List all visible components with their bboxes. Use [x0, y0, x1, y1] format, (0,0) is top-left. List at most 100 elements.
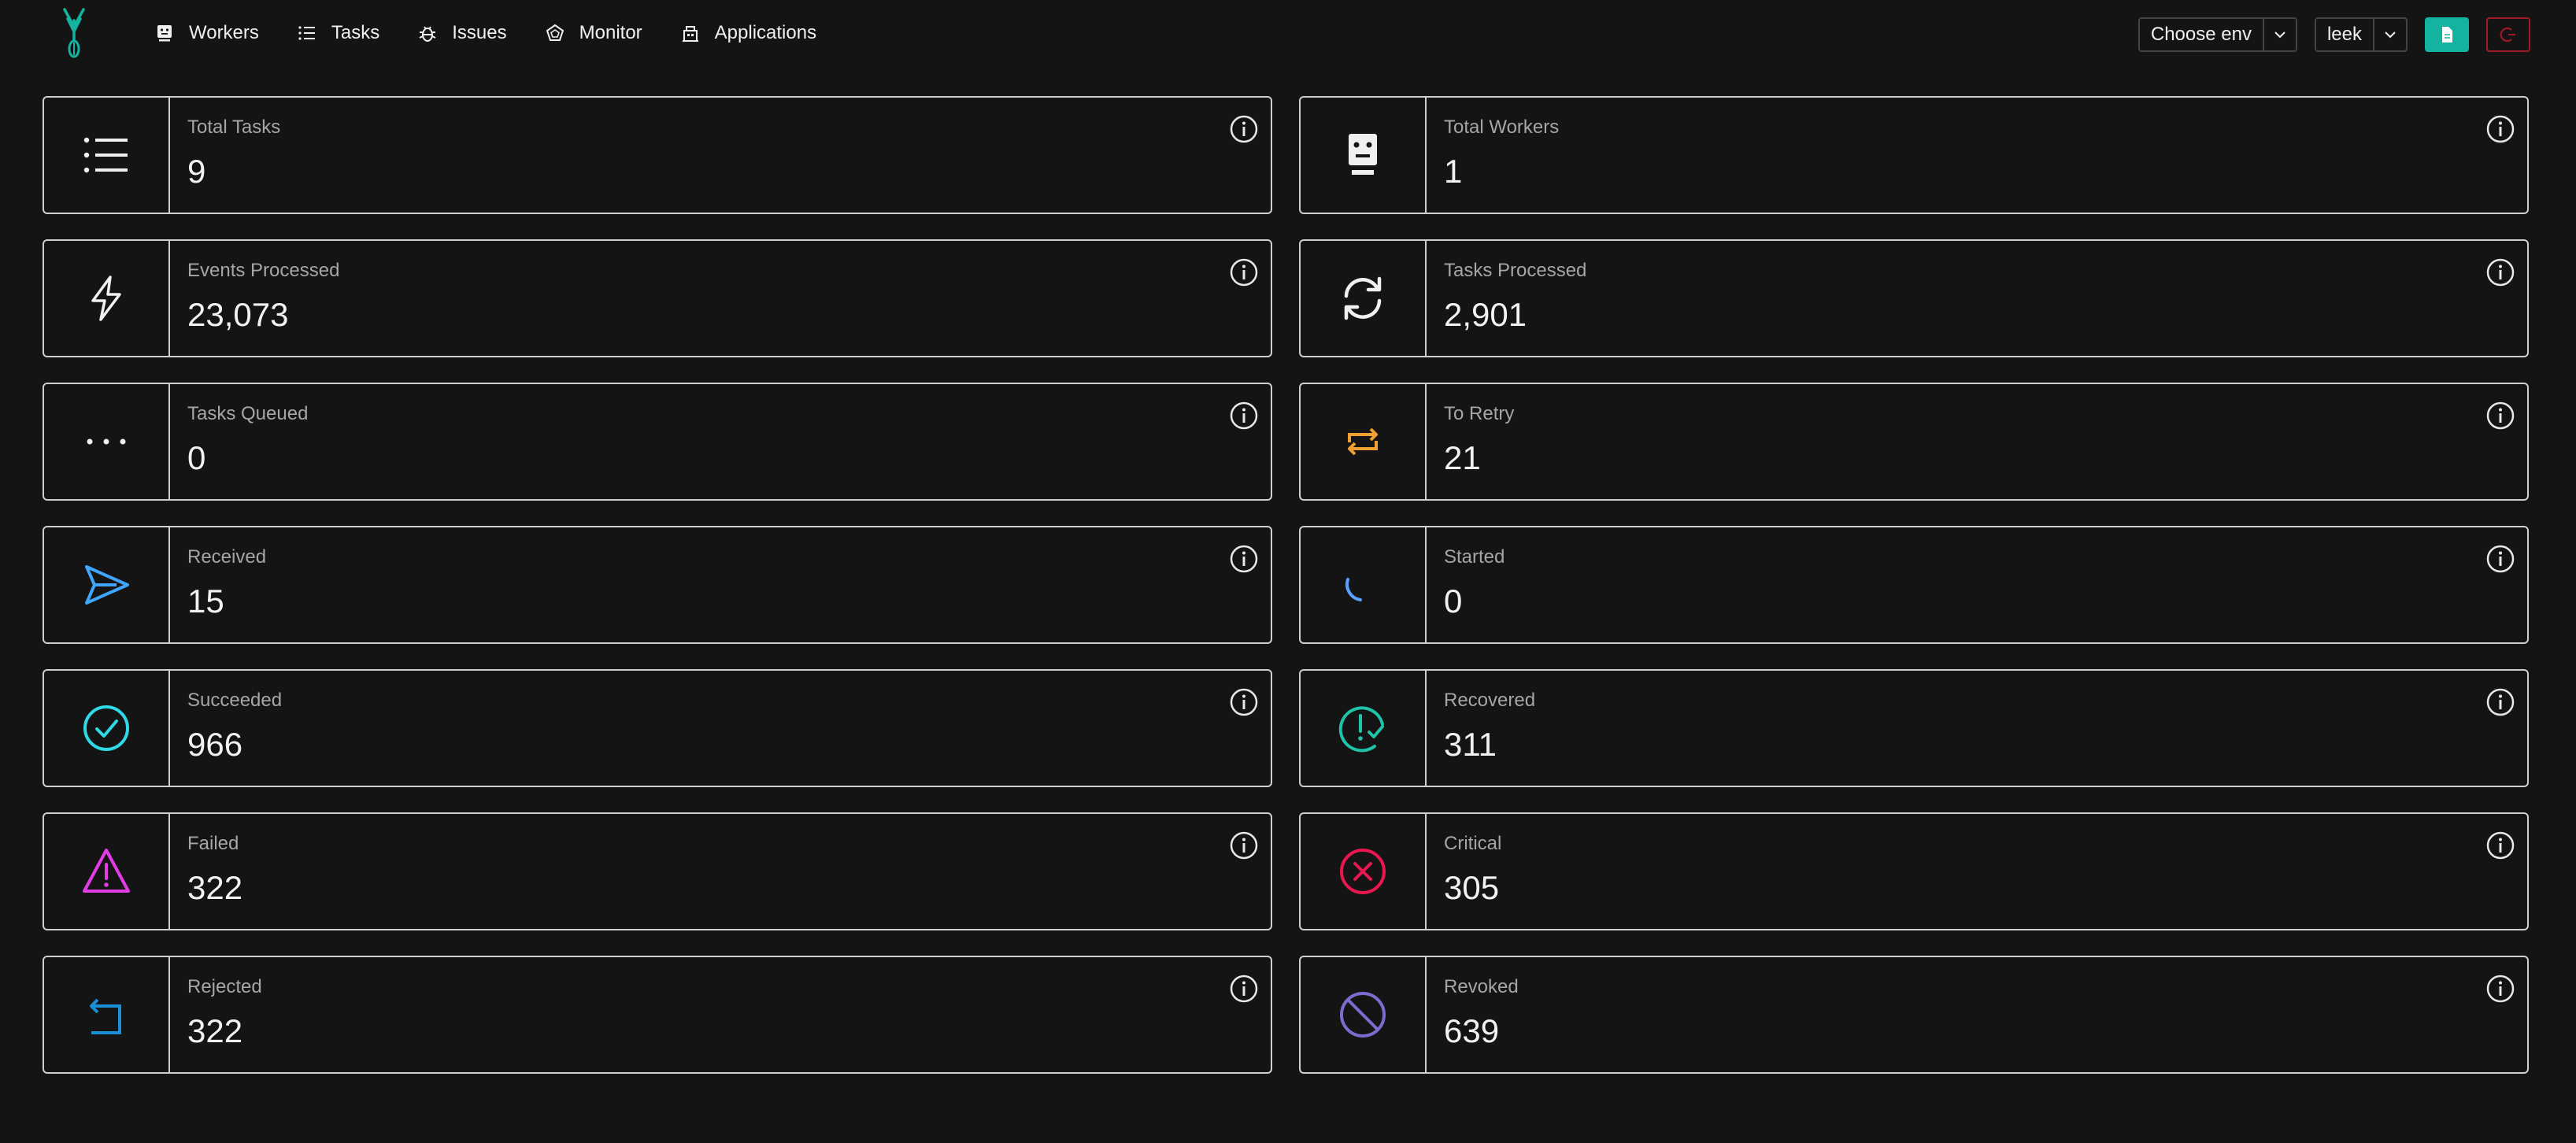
- card-label: Succeeded: [187, 690, 283, 711]
- stat-card-total-workers: Total Workers 1: [1299, 96, 2529, 214]
- card-label: Total Workers: [1444, 117, 1560, 138]
- info-icon[interactable]: [2485, 257, 2516, 288]
- card-icon-cell: [1301, 241, 1427, 356]
- nav-item-workers[interactable]: Workers: [154, 17, 259, 49]
- card-label: Failed: [187, 833, 239, 854]
- card-value: 15: [187, 583, 224, 620]
- card-body: To Retry 21: [1427, 384, 1514, 499]
- info-icon[interactable]: [2485, 830, 2516, 861]
- card-body: Failed 322: [170, 814, 242, 929]
- info-icon[interactable]: [1228, 973, 1260, 1004]
- list-icon: [298, 26, 315, 40]
- stat-card-events-processed: Events Processed 23,073: [43, 239, 1272, 357]
- card-icon-cell: [44, 671, 170, 786]
- robot-icon: [1349, 134, 1377, 175]
- card-body: Tasks Queued 0: [170, 384, 308, 499]
- nav-item-monitor[interactable]: Monitor: [545, 17, 642, 49]
- app-select[interactable]: leek: [2314, 17, 2408, 52]
- card-value: 21: [1444, 439, 1481, 476]
- card-value: 639: [1444, 1012, 1500, 1049]
- info-icon[interactable]: [1228, 830, 1260, 861]
- card-value: 0: [1444, 583, 1463, 620]
- stat-card-tasks-processed: Tasks Processed 2,901: [1299, 239, 2529, 357]
- stat-card-received: Received 15: [43, 526, 1272, 644]
- card-label: Started: [1444, 546, 1505, 568]
- robot-icon: [157, 25, 172, 42]
- info-icon[interactable]: [1228, 113, 1260, 145]
- stat-card-tasks-queued: Tasks Queued 0: [43, 383, 1272, 501]
- info-icon[interactable]: [2485, 973, 2516, 1004]
- logout-button[interactable]: [2486, 17, 2530, 52]
- stat-card-recovered: Recovered 311: [1299, 669, 2529, 787]
- stat-card-critical: Critical 305: [1299, 812, 2529, 930]
- info-icon[interactable]: [1228, 400, 1260, 431]
- card-value: 305: [1444, 869, 1500, 906]
- card-body: Tasks Processed 2,901: [1427, 241, 1586, 356]
- leek-logo-icon[interactable]: [55, 5, 93, 60]
- card-icon-cell: [44, 98, 170, 213]
- app-select-arrow[interactable]: [2373, 19, 2406, 50]
- stat-card-rejected: Rejected 322: [43, 956, 1272, 1074]
- lightning-icon: [91, 276, 121, 321]
- info-icon[interactable]: [2485, 400, 2516, 431]
- card-value: 23,073: [187, 296, 289, 333]
- card-icon-cell: [1301, 957, 1427, 1072]
- env-select[interactable]: Choose env: [2137, 17, 2297, 52]
- card-label: Recovered: [1444, 690, 1536, 711]
- bug-icon: [419, 26, 436, 42]
- card-body: Received 15: [170, 527, 266, 642]
- card-icon-cell: [44, 384, 170, 499]
- chevron-down-icon: [2385, 31, 2396, 39]
- card-icon-cell: [1301, 527, 1427, 642]
- docs-button[interactable]: [2425, 17, 2469, 52]
- env-select-arrow[interactable]: [2262, 19, 2296, 50]
- card-icon-cell: [44, 957, 170, 1072]
- ellipsis-icon: [87, 438, 126, 445]
- logout-icon: [2500, 28, 2515, 42]
- check-circle-icon: [83, 705, 129, 751]
- rollback-icon: [90, 998, 121, 1034]
- stat-card-started: Started 0: [1299, 526, 2529, 644]
- info-icon[interactable]: [1228, 257, 1260, 288]
- close-circle-icon: [1340, 849, 1386, 894]
- card-value: 966: [187, 726, 243, 763]
- info-icon[interactable]: [2485, 113, 2516, 145]
- card-icon-cell: [1301, 814, 1427, 929]
- card-value: 2,901: [1444, 296, 1527, 333]
- recovered-icon: [1338, 706, 1384, 753]
- nav-item-label: Workers: [189, 22, 259, 43]
- card-icon-cell: [44, 241, 170, 356]
- card-value: 1: [1444, 153, 1463, 190]
- card-body: Total Tasks 9: [170, 98, 280, 213]
- stat-card-succeeded: Succeeded 966: [43, 669, 1272, 787]
- nav-item-label: Issues: [452, 22, 507, 43]
- nav-item-issues[interactable]: Issues: [417, 17, 507, 49]
- card-label: Received: [187, 546, 267, 568]
- info-icon[interactable]: [2485, 543, 2516, 575]
- card-body: Rejected 322: [170, 957, 262, 1072]
- nav-item-label: Tasks: [331, 22, 380, 43]
- send-icon: [85, 565, 129, 605]
- card-body: Total Workers 1: [1427, 98, 1559, 213]
- stat-card-failed: Failed 322: [43, 812, 1272, 930]
- card-label: To Retry: [1444, 403, 1515, 424]
- file-icon: [2442, 27, 2452, 43]
- env-select-value: Choose env: [2150, 24, 2252, 45]
- nav-item-applications[interactable]: Applications: [680, 17, 816, 49]
- nav-item-tasks[interactable]: Tasks: [297, 17, 379, 49]
- info-icon[interactable]: [2485, 686, 2516, 718]
- card-body: Started 0: [1427, 527, 1505, 642]
- top-navigation-bar: Workers Tasks Issues Monitor Application…: [0, 0, 2576, 66]
- chevron-down-icon: [2274, 31, 2285, 39]
- card-body: Critical 305: [1427, 814, 1501, 929]
- card-label: Rejected: [187, 976, 262, 997]
- card-value: 0: [187, 439, 206, 476]
- card-label: Total Tasks: [187, 117, 281, 138]
- loading-icon: [1345, 578, 1362, 601]
- card-body: Recovered 311: [1427, 671, 1535, 786]
- nav-item-label: Applications: [714, 22, 817, 43]
- card-body: Events Processed 23,073: [170, 241, 339, 356]
- info-icon[interactable]: [1228, 543, 1260, 575]
- header-actions: Choose env leek: [2121, 17, 2530, 52]
- info-icon[interactable]: [1228, 686, 1260, 718]
